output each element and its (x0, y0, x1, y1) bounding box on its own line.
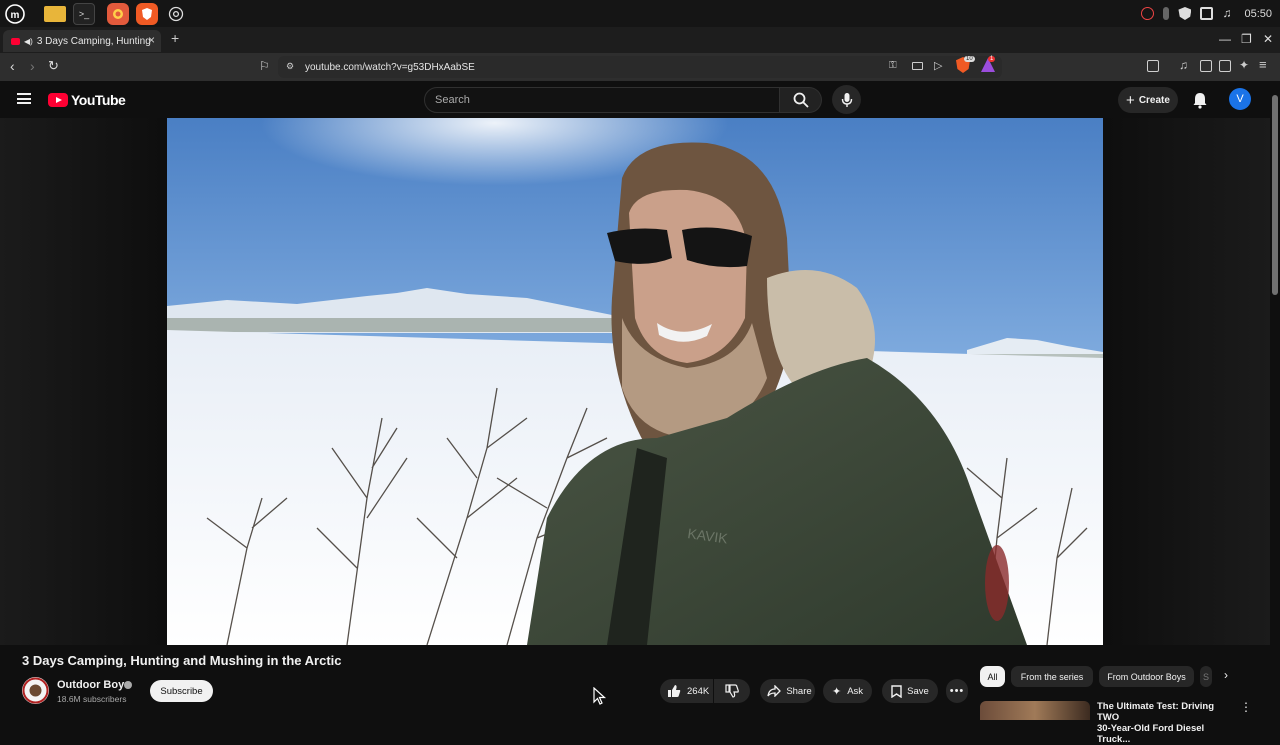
scrollbar-thumb[interactable] (1272, 95, 1278, 295)
video-frame-image: KAVIK (167, 118, 1103, 645)
system-tray: ♫ 05:50 (1141, 0, 1272, 27)
sidebar-icon[interactable] (1200, 60, 1212, 72)
music-icon[interactable]: ♫ (1179, 58, 1188, 72)
send-icon[interactable]: ▷ (934, 59, 942, 72)
youtube-logo[interactable]: YouTube (48, 92, 126, 108)
terminal-icon[interactable]: >_ (73, 2, 95, 25)
like-count: 264K (687, 685, 710, 697)
firefox-icon[interactable] (107, 2, 129, 25)
url-text: youtube.com/watch?v=g53DHxAabSE (305, 61, 475, 73)
leo-icon[interactable]: ✦ (1239, 58, 1249, 72)
chip-from-series[interactable]: From the series (1011, 666, 1093, 687)
youtube-play-icon (48, 93, 68, 107)
chevron-right-icon[interactable]: › (1224, 668, 1228, 682)
os-taskbar: m >_ ♫ 05:50 (0, 0, 1280, 27)
browser-tab[interactable]: ◀) 3 Days Camping, Hunting × (3, 30, 161, 52)
share-icon (767, 685, 782, 697)
notifications-button[interactable] (1190, 90, 1210, 110)
speaker-icon: ◀) (24, 36, 33, 46)
tab-close-icon[interactable]: × (148, 33, 155, 47)
ask-button[interactable]: ✦ Ask (823, 679, 872, 703)
verified-badge-icon (124, 681, 132, 689)
reload-icon[interactable]: ↻ (48, 58, 59, 74)
save-button[interactable]: Save (882, 679, 938, 703)
search-input[interactable]: Search (424, 87, 780, 113)
ask-label: Ask (847, 685, 864, 697)
mouse-cursor-icon (593, 687, 607, 705)
recommendation-title-line2: 30-Year-Old Ford Diesel Truck... (1097, 723, 1205, 745)
shield-icon[interactable] (1178, 7, 1192, 20)
hamburger-menu-icon[interactable] (17, 93, 31, 104)
key-icon[interactable]: ⚿ (889, 60, 897, 71)
recommendation-thumbnail[interactable] (980, 701, 1090, 720)
search-placeholder: Search (435, 94, 470, 106)
chip-truncated[interactable]: S (1200, 666, 1212, 687)
channel-avatar[interactable] (22, 677, 49, 704)
account-avatar[interactable]: V (1229, 88, 1251, 110)
network-icon[interactable] (1200, 7, 1214, 20)
brave-icon[interactable] (136, 2, 158, 25)
tab-title: 3 Days Camping, Hunting (36, 35, 151, 47)
browser-nav-bar: ‹ › ↻ ⚐ youtube.com/watch?v=g53DHxAabSE … (0, 53, 1280, 81)
share-label: Share (786, 685, 812, 697)
video-player[interactable]: KAVIK (167, 118, 1103, 645)
youtube-wordmark: YouTube (71, 92, 126, 108)
subscriber-count: 18.6M subscribers (57, 694, 127, 704)
youtube-header: YouTube Search + Create V (0, 81, 1270, 118)
more-dots-icon: ••• (949, 685, 965, 697)
maximize-icon[interactable]: ❐ (1241, 32, 1252, 46)
page-scrollbar[interactable] (1270, 81, 1280, 720)
browser-tab-strip: ◀) 3 Days Camping, Hunting × + — ❐ ✕ (0, 27, 1280, 53)
cast-icon[interactable] (912, 62, 923, 70)
files-icon[interactable] (44, 5, 66, 22)
recommendation-menu-icon[interactable]: ⋮ (1240, 700, 1252, 714)
create-label: Create (1138, 94, 1170, 106)
chip-all[interactable]: All (980, 666, 1005, 687)
share-button[interactable]: Share (760, 679, 815, 703)
dislike-button[interactable] (714, 679, 750, 703)
wallet-icon[interactable] (1219, 60, 1231, 72)
more-actions-button[interactable]: ••• (946, 679, 968, 703)
minimize-icon[interactable]: — (1219, 32, 1231, 46)
mic-status-icon[interactable] (1163, 7, 1170, 20)
bookmark-icon[interactable]: ⚐ (259, 59, 270, 73)
microphone-icon (841, 92, 852, 107)
youtube-favicon-icon (11, 37, 20, 45)
window-close-icon[interactable]: ✕ (1263, 32, 1273, 46)
back-icon[interactable]: ‹ (10, 58, 15, 74)
player-area: KAVIK (0, 118, 1270, 645)
save-label: Save (907, 685, 929, 697)
search-button[interactable] (780, 87, 822, 113)
new-tab-icon[interactable]: + (171, 30, 179, 46)
mint-menu-icon[interactable]: m (4, 3, 26, 25)
create-button[interactable]: + Create (1118, 87, 1178, 113)
sparkle-icon: ✦ (831, 685, 842, 698)
bookmark-save-icon (891, 684, 902, 698)
subscribe-button[interactable]: Subscribe (150, 680, 213, 702)
screenshot-icon[interactable] (1147, 60, 1159, 72)
like-button[interactable]: 264K (660, 679, 713, 703)
chip-from-channel[interactable]: From Outdoor Boys (1099, 666, 1194, 687)
site-settings-icon[interactable]: ⚙ (286, 61, 294, 72)
volume-icon[interactable]: ♫ (1222, 7, 1235, 20)
svg-text:m: m (11, 10, 20, 21)
thumbs-down-icon (725, 684, 739, 698)
search-icon (793, 92, 809, 108)
chrome-icon[interactable] (165, 3, 187, 25)
bell-icon (1193, 93, 1207, 109)
browser-menu-icon[interactable]: ≡ (1259, 57, 1267, 72)
voice-search-button[interactable] (832, 85, 861, 114)
plus-icon: + (1126, 91, 1135, 109)
channel-name[interactable]: Outdoor Boys (57, 679, 130, 691)
recommendation-title[interactable]: The Ultimate Test: Driving TWO 30-Year-O… (1097, 701, 1233, 745)
video-title: 3 Days Camping, Hunting and Mushing in t… (22, 653, 342, 668)
shield-count-badge: 10 (964, 56, 975, 62)
forward-icon[interactable]: › (30, 58, 35, 74)
update-icon[interactable] (1141, 7, 1155, 20)
clock[interactable]: 05:50 (1244, 8, 1272, 20)
thumbs-up-icon (668, 685, 681, 697)
